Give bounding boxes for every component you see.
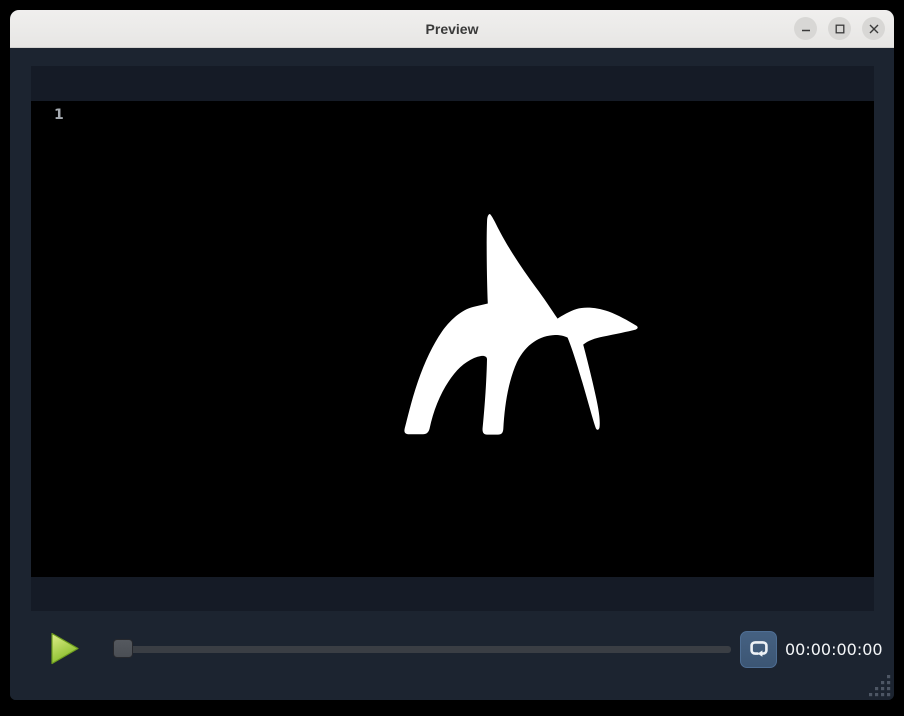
titlebar[interactable]: Preview: [10, 10, 894, 48]
video-frame: 1: [31, 101, 874, 577]
minimize-button[interactable]: [794, 17, 817, 40]
close-icon: [868, 23, 880, 35]
preview-canvas-area[interactable]: 1: [31, 66, 874, 611]
resize-grip[interactable]: [866, 672, 892, 698]
close-button[interactable]: [862, 17, 885, 40]
loop-button[interactable]: [740, 631, 777, 668]
preview-window: Preview: [10, 10, 894, 700]
loop-icon: [747, 636, 771, 663]
play-icon: [50, 653, 80, 668]
window-controls: [794, 17, 885, 40]
maximize-button[interactable]: [828, 17, 851, 40]
maximize-icon: [834, 23, 846, 35]
time-display: 00:00:00:00: [785, 631, 883, 668]
desktop: { "window": { "title": "Preview", "contr…: [0, 0, 904, 716]
frame-number-label: 1: [54, 107, 64, 123]
window-body: 1: [10, 48, 894, 700]
animal-silhouette: [31, 101, 874, 577]
play-button[interactable]: [50, 632, 80, 665]
seek-slider-track[interactable]: [115, 646, 731, 653]
window-title: Preview: [426, 21, 479, 37]
seek-slider-handle[interactable]: [113, 639, 133, 658]
minimize-icon: [800, 23, 812, 35]
